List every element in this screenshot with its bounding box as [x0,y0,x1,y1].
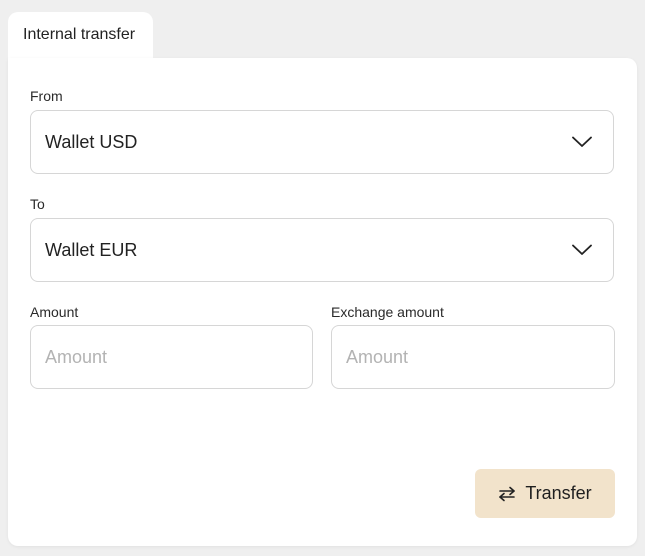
to-wallet-value: Wallet EUR [45,239,138,260]
tab-internal-transfer[interactable]: Internal transfer [8,12,153,62]
from-wallet-value: Wallet USD [45,131,138,152]
chevron-down-icon [571,135,593,149]
transfer-button[interactable]: Transfer [475,469,615,518]
to-label: To [30,196,45,212]
transfer-form-card: From Wallet USD To Wallet EUR Amount Exc… [8,58,637,546]
to-wallet-select[interactable]: Wallet EUR [30,218,614,282]
exchange-amount-label: Exchange amount [331,304,444,320]
amount-input[interactable] [30,325,313,389]
transfer-button-label: Transfer [525,483,592,503]
from-label: From [30,88,63,104]
tab-label: Internal transfer [23,26,136,43]
exchange-amount-input[interactable] [331,325,615,389]
chevron-down-icon [571,243,593,257]
amount-label: Amount [30,304,79,320]
from-wallet-select[interactable]: Wallet USD [30,110,614,174]
swap-arrows-icon [498,486,516,502]
